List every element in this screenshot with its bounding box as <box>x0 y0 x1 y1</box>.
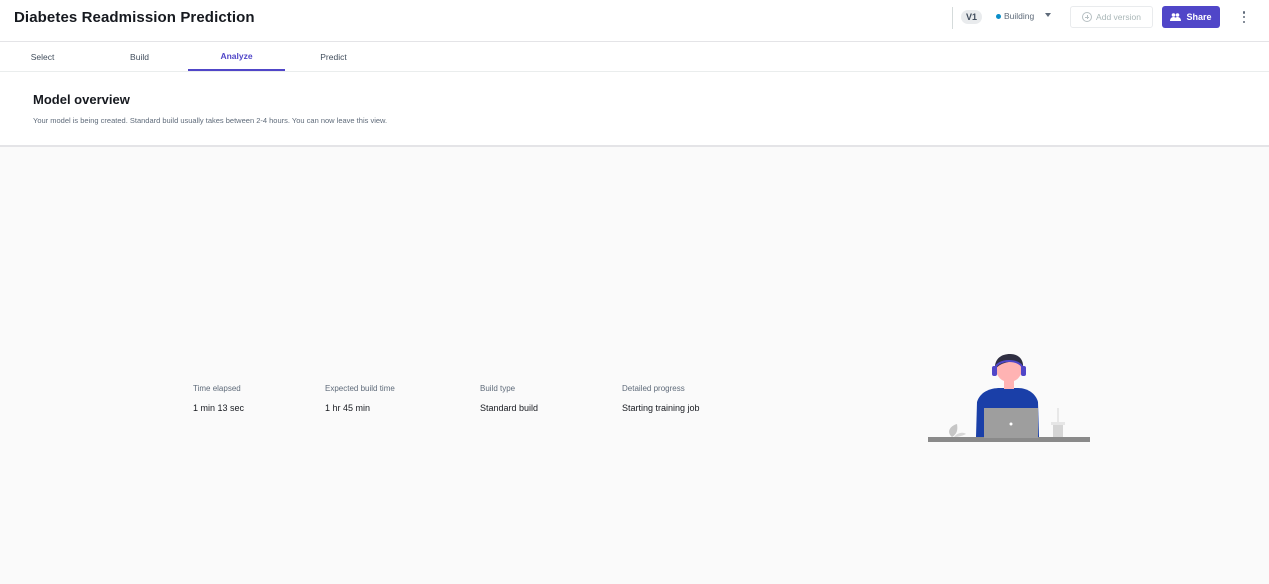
status-dropdown[interactable]: Building <box>996 11 1034 21</box>
share-label: Share <box>1186 12 1212 22</box>
overview-subtitle: Your model is being created. Standard bu… <box>33 116 388 125</box>
tab-analyze[interactable]: Analyze <box>188 42 285 71</box>
stat-value: 1 min 13 sec <box>193 403 245 413</box>
add-version-button[interactable]: Add version <box>1070 6 1153 28</box>
overview-title: Model overview <box>33 92 130 107</box>
tab-predict[interactable]: Predict <box>285 42 382 71</box>
stat-value: Starting training job <box>622 403 700 413</box>
page-title: Diabetes Readmission Prediction <box>14 9 255 26</box>
chevron-down-icon[interactable] <box>1045 13 1051 17</box>
stat-label: Build type <box>480 384 516 393</box>
tab-select[interactable]: Select <box>0 42 91 71</box>
top-bar: Diabetes Readmission Prediction V1 Build… <box>0 0 1269 42</box>
tab-bar: Select Build Analyze Predict <box>0 42 1269 72</box>
model-overview-panel: Model overview Your model is being creat… <box>0 72 1269 147</box>
stat-detailed-progress: Detailed progress Starting training job <box>622 384 762 413</box>
plus-circle-icon <box>1082 12 1093 22</box>
stat-build-type: Build type Standard build <box>480 384 620 413</box>
header-divider <box>952 7 953 29</box>
add-version-label: Add version <box>1096 12 1141 22</box>
status-label: Building <box>1004 11 1035 21</box>
tab-build[interactable]: Build <box>91 42 188 71</box>
stat-value: 1 hr 45 min <box>325 403 371 413</box>
stat-label: Detailed progress <box>622 384 685 393</box>
stat-expected-build-time: Expected build time 1 hr 45 min <box>325 384 465 413</box>
stat-value: Standard build <box>480 403 539 413</box>
stat-label: Expected build time <box>325 384 395 393</box>
more-vertical-icon[interactable] <box>1240 11 1248 23</box>
status-dot-icon <box>996 13 1001 19</box>
person-at-laptop-illustration <box>928 354 1090 442</box>
stat-time-elapsed: Time elapsed 1 min 13 sec <box>193 384 333 413</box>
stat-label: Time elapsed <box>193 384 241 393</box>
share-button[interactable]: Share <box>1162 6 1220 28</box>
users-icon <box>1170 13 1182 21</box>
version-badge[interactable]: V1 <box>961 10 983 24</box>
